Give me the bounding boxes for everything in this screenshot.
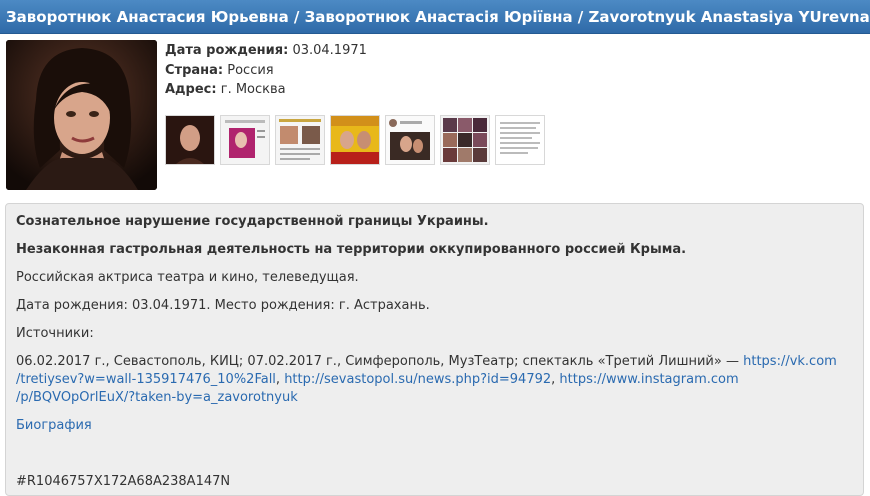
thumbnail-1[interactable]: [165, 115, 215, 165]
portrait-image: [6, 40, 157, 190]
source-description: 06.02.2017 г., Севастополь, КИЦ; 07.02.2…: [16, 354, 739, 369]
thumbnail-image: [276, 116, 324, 164]
sources-line-2: /tretiysev?w=wall-135917476_10%2Fall, ht…: [16, 372, 739, 387]
address-value: г. Москва: [220, 82, 286, 97]
country-label: Страна:: [165, 62, 224, 78]
vk-link[interactable]: https://vk.com: [743, 354, 837, 369]
thumbnail-4[interactable]: [330, 115, 380, 165]
birth-details-text: Дата рождения: 03.04.1971. Место рождени…: [16, 298, 430, 313]
sources-line-3: /p/BQVOpOrlEuX/?taken-by=a_zavorotnyuk: [16, 389, 856, 407]
violation-heading: Сознательное нарушение государственной г…: [16, 214, 489, 229]
profile-photo[interactable]: [6, 40, 157, 190]
sevastopol-link[interactable]: http://sevastopol.su/news.php?id=94792: [284, 372, 551, 387]
birth-row: Дата рождения: 03.04.1971: [165, 41, 367, 61]
address-row: Адрес: г. Москва: [165, 80, 367, 100]
country-value: Россия: [227, 62, 274, 78]
birth-value: 03.04.1971: [292, 43, 367, 58]
biography-row: Биография: [16, 417, 92, 435]
sources-label: Источники:: [16, 326, 94, 341]
thumbnail-image: [441, 116, 489, 164]
thumbnail-5[interactable]: [385, 115, 435, 165]
details-panel: Сознательное нарушение государственной г…: [5, 203, 864, 496]
instagram-link-continued[interactable]: /p/BQVOpOrlEuX/?taken-by=a_zavorotnyuk: [16, 390, 298, 405]
thumbnail-7[interactable]: [495, 115, 545, 165]
sources-text: 06.02.2017 г., Севастополь, КИЦ; 07.02.2…: [16, 353, 856, 407]
instagram-link[interactable]: https://www.instagram.com: [559, 372, 738, 387]
thumbnail-2[interactable]: [220, 115, 270, 165]
vk-link-continued[interactable]: /tretiysev?w=wall-135917476_10%2Fall: [16, 372, 276, 387]
page-title: Заворотнюк Анастасия Юрьевна / Заворотню…: [0, 0, 870, 34]
thumbnail-image: [386, 116, 434, 164]
address-label: Адрес:: [165, 82, 217, 97]
thumbnail-image: [331, 116, 379, 164]
birth-label: Дата рождения:: [165, 43, 289, 58]
thumbnail-image: [221, 116, 269, 164]
country-row: Страна: Россия: [165, 61, 367, 81]
thumbnail-6[interactable]: [440, 115, 490, 165]
record-code: #R1046757X172A68A238A147N: [16, 474, 231, 489]
thumbnail-3[interactable]: [275, 115, 325, 165]
profile-info: Дата рождения: 03.04.1971 Страна: Россия…: [165, 41, 367, 100]
activity-heading: Незаконная гастрольная деятельность на т…: [16, 242, 687, 257]
biography-link[interactable]: Биография: [16, 418, 92, 433]
description-text: Российская актриса театра и кино, телеве…: [16, 270, 359, 285]
thumbnail-image: [166, 116, 214, 164]
thumbnail-image: [496, 116, 544, 164]
sources-line-1: 06.02.2017 г., Севастополь, КИЦ; 07.02.2…: [16, 353, 856, 371]
